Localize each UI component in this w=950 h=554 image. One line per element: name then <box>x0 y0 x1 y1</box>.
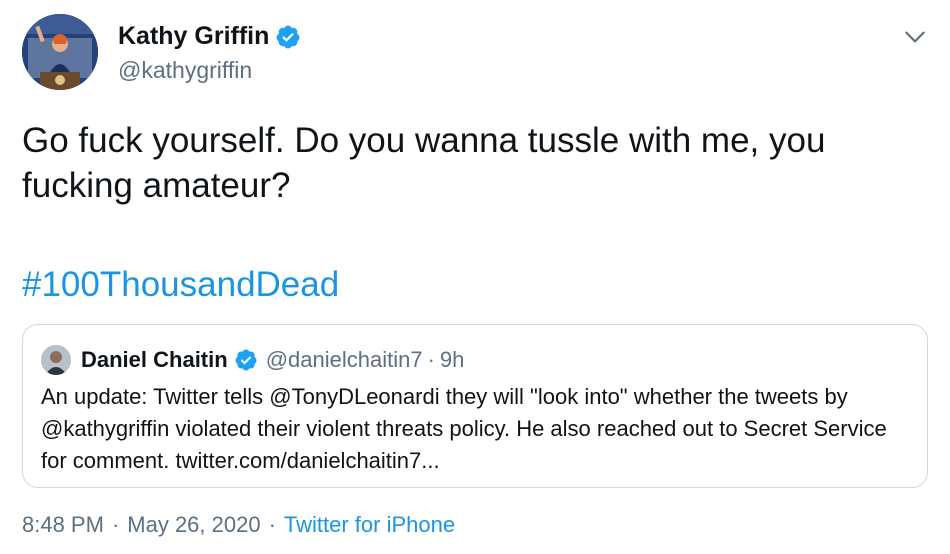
hashtag-link[interactable]: #100ThousandDead <box>22 262 339 307</box>
quoted-tweet-card[interactable]: Daniel Chaitin @danielchaitin7 · 9h An u… <box>22 324 928 488</box>
separator-dot: · <box>111 512 120 537</box>
quoted-tweet-time[interactable]: 9h <box>440 347 464 373</box>
chevron-down-icon[interactable] <box>902 24 928 50</box>
author-name[interactable]: Kathy Griffin <box>118 22 269 51</box>
tweet-text: Go fuck yourself. Do you wanna tussle wi… <box>22 121 826 205</box>
quoted-author-handle[interactable]: @danielchaitin7 <box>266 347 423 373</box>
quoted-author-avatar[interactable] <box>41 345 71 375</box>
quoted-tweet-text: An update: Twitter tells @TonyDLeonardi … <box>41 384 887 473</box>
tweet-card: Kathy Griffin @kathygriffin Go fuck your… <box>0 0 950 554</box>
verified-badge-icon <box>235 349 257 371</box>
tweet-source-link[interactable]: Twitter for iPhone <box>284 512 455 538</box>
tweet-metadata: 8:48 PM · May 26, 2020 · Twitter for iPh… <box>22 512 455 538</box>
separator-dot: · <box>268 512 276 537</box>
author-avatar[interactable] <box>22 14 98 90</box>
tweet-date[interactable]: May 26, 2020 <box>127 512 260 538</box>
profile-photo-icon <box>22 14 98 90</box>
author-name-row[interactable]: Kathy Griffin <box>118 22 301 51</box>
profile-photo-icon <box>41 345 71 375</box>
author-handle[interactable]: @kathygriffin <box>118 57 252 84</box>
separator-dot: · <box>427 347 435 372</box>
verified-badge-icon <box>277 25 300 48</box>
tweet-time[interactable]: 8:48 PM <box>22 512 104 538</box>
quoted-author-name[interactable]: Daniel Chaitin <box>81 347 228 373</box>
quoted-tweet-header: Daniel Chaitin @danielchaitin7 · 9h <box>81 343 464 377</box>
